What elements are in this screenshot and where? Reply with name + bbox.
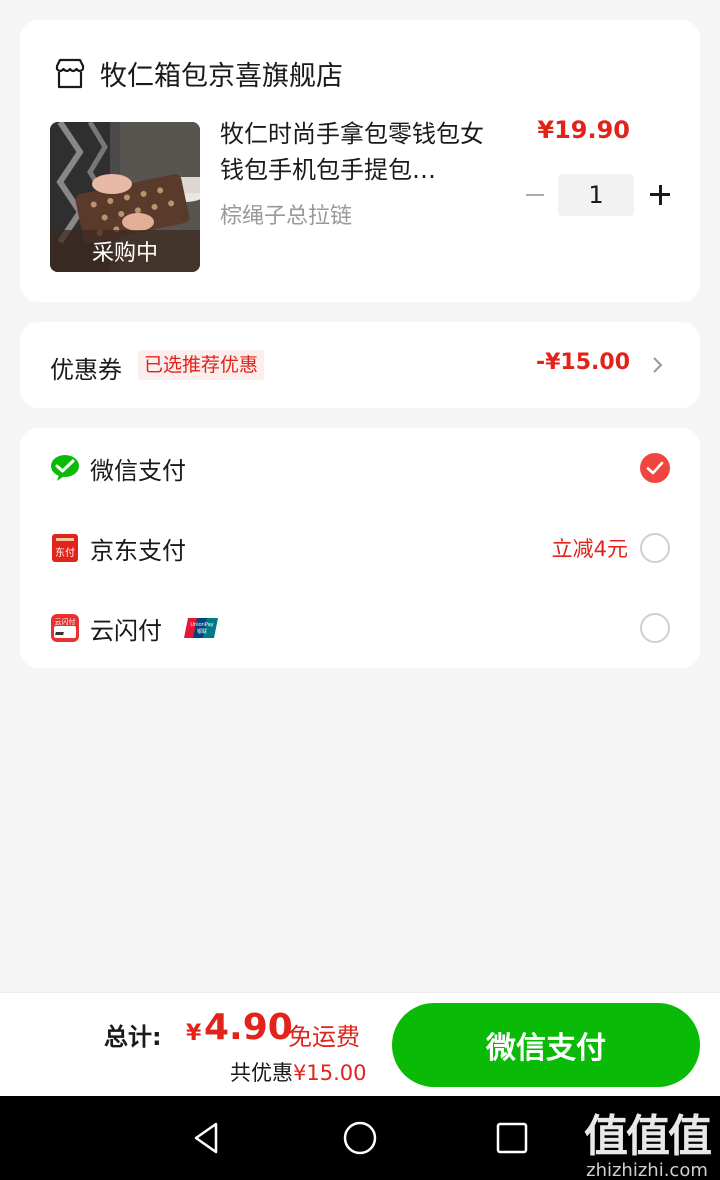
- product-price: ¥19.90: [537, 116, 630, 144]
- svg-text:银联: 银联: [197, 628, 207, 635]
- checkout-bar: 总计: ¥ 4.90 免运费 共优惠¥15.00 微信支付: [0, 992, 720, 1096]
- jd-pay-icon: 东付: [52, 534, 78, 562]
- total-amount: 4.90: [204, 1007, 293, 1048]
- total-savings: 共优惠¥15.00: [230, 1057, 366, 1087]
- svg-text:东付: 东付: [55, 546, 75, 559]
- order-item-card: 牧仁箱包京喜旗舰店 采购中 牧仁时尚手拿包零钱包女钱包手机包手提包… 棕绳子总拉…: [20, 20, 700, 302]
- product-thumbnail[interactable]: 采购中: [50, 122, 200, 272]
- coupon-label: 优惠券: [50, 356, 122, 384]
- unselected-radio[interactable]: [640, 613, 670, 643]
- watermark-text: zhizhizhi.com: [586, 1160, 708, 1180]
- checkmark-icon: [646, 461, 664, 475]
- quantity-input[interactable]: 1: [558, 174, 634, 216]
- unionpay-logo-icon: UnionPay 银联: [184, 618, 218, 638]
- selected-radio[interactable]: [640, 453, 670, 483]
- pay-button[interactable]: 微信支付: [392, 1003, 700, 1087]
- cloud-quickpass-icon: 云闪付: [51, 614, 79, 642]
- shop-name: 牧仁箱包京喜旗舰店: [100, 61, 343, 92]
- coupon-row[interactable]: 优惠券 已选推荐优惠 -¥15.00: [20, 322, 700, 408]
- payment-option-jd[interactable]: 东付 京东支付 立减4元: [20, 508, 700, 588]
- home-icon[interactable]: [340, 1118, 380, 1158]
- wechat-pay-icon: [51, 455, 79, 481]
- increase-quantity-button[interactable]: [644, 174, 674, 216]
- payment-label: 云闪付: [90, 616, 162, 645]
- recents-icon[interactable]: [492, 1118, 532, 1158]
- payment-label: 微信支付: [90, 456, 186, 485]
- payment-option-wechat[interactable]: 微信支付: [20, 428, 700, 508]
- payment-option-cloud-quickpass[interactable]: 云闪付 云闪付 UnionPay 银联: [20, 588, 700, 668]
- svg-text:UnionPay: UnionPay: [190, 622, 213, 628]
- currency-symbol: ¥: [186, 1021, 202, 1046]
- product-sku[interactable]: 棕绳子总拉链: [220, 198, 352, 230]
- procurement-badge: 采购中: [50, 230, 200, 272]
- shop-header[interactable]: 牧仁箱包京喜旗舰店: [52, 54, 343, 93]
- system-navigation-bar: 值值值 zhizhizhi.com: [0, 1096, 720, 1180]
- payment-label: 京东支付: [90, 536, 186, 565]
- watermark: 值值值 zhizhizhi.com: [584, 1100, 712, 1180]
- payment-methods-card: 微信支付 东付 京东支付 立减4元 云闪付 云闪付 UnionPay 银联: [20, 428, 700, 668]
- savings-amount: ¥15.00: [293, 1061, 367, 1085]
- decrease-quantity-button[interactable]: [520, 174, 550, 216]
- svg-text:云闪付: 云闪付: [55, 617, 76, 626]
- store-icon: [55, 58, 85, 88]
- free-shipping-label: 免运费: [288, 1023, 360, 1051]
- jd-pay-promo: 立减4元: [551, 537, 628, 561]
- total-label: 总计:: [104, 1023, 162, 1051]
- savings-label: 共优惠: [230, 1061, 293, 1085]
- back-icon[interactable]: [186, 1118, 226, 1158]
- coupon-amount: -¥15.00: [535, 350, 630, 375]
- product-title[interactable]: 牧仁时尚手拿包零钱包女钱包手机包手提包…: [220, 116, 490, 188]
- quantity-stepper: 1: [520, 174, 674, 216]
- chevron-right-icon: [653, 357, 663, 373]
- coupon-tag: 已选推荐优惠: [138, 350, 265, 380]
- watermark-logo: 值值值: [584, 1111, 712, 1162]
- unselected-radio[interactable]: [640, 533, 670, 563]
